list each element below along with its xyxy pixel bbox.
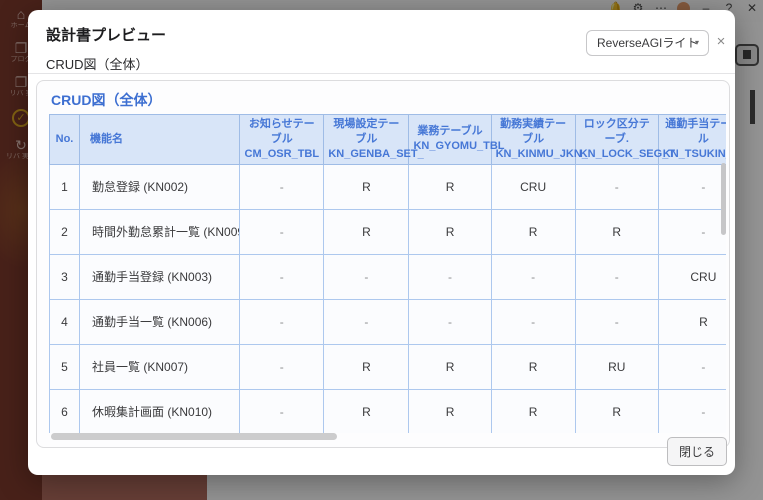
- vertical-scrollbar[interactable]: [721, 163, 726, 235]
- cell-crud-value: -: [240, 164, 324, 209]
- cell-crud-value: R: [324, 389, 409, 433]
- cell-crud-value: R: [324, 209, 409, 254]
- cell-crud-value: RU: [575, 344, 658, 389]
- crud-content-box: CRUD図（全体） No.機能名お知らせテーブルCM_OSR_TBL現場設定テー…: [36, 80, 730, 448]
- close-button[interactable]: 閉じる: [667, 437, 727, 466]
- cell-crud-value: R: [491, 209, 575, 254]
- cell-crud-value: -: [491, 254, 575, 299]
- cell-crud-value: -: [240, 299, 324, 344]
- crud-diagram-title: CRUD図（全体）: [51, 90, 161, 110]
- column-header: お知らせテーブルCM_OSR_TBL: [240, 115, 324, 165]
- cell-crud-value: -: [575, 254, 658, 299]
- cell-function-name: 休暇集計画面 (KN010): [80, 389, 240, 433]
- cell-crud-value: R: [491, 344, 575, 389]
- design-doc-preview-modal: 設計書プレビュー ReverseAGIライト ▾ × CRUD図（全体） CRU…: [28, 10, 735, 475]
- screen: 🔔⚙⋯–?✕ ⌂ホーム❐プログ❐リバ 実✓↻リバ 実行 設計書プレビュー Rev…: [0, 0, 763, 500]
- cell-no: 6: [50, 389, 80, 433]
- cell-crud-value: -: [658, 344, 726, 389]
- cell-crud-value: R: [658, 299, 726, 344]
- cell-crud-value: -: [240, 389, 324, 433]
- column-header: No.: [50, 115, 80, 165]
- cell-no: 1: [50, 164, 80, 209]
- modal-subtitle: CRUD図（全体）: [46, 54, 149, 73]
- template-select[interactable]: ReverseAGIライト ▾: [586, 30, 709, 56]
- cell-crud-value: -: [575, 164, 658, 209]
- cell-crud-value: R: [409, 344, 491, 389]
- cell-crud-value: CRU: [658, 254, 726, 299]
- table-row: 3通勤手当登録 (KN003)-----CRU: [50, 254, 727, 299]
- table-row: 4通勤手当一覧 (KN006)-----R: [50, 299, 727, 344]
- table-row: 1勤怠登録 (KN002)-RRCRU--: [50, 164, 727, 209]
- cell-no: 4: [50, 299, 80, 344]
- cell-crud-value: R: [409, 164, 491, 209]
- chevron-down-icon: ▾: [695, 31, 699, 55]
- cell-crud-value: -: [409, 254, 491, 299]
- table-row: 5社員一覧 (KN007)-RRRRU-: [50, 344, 727, 389]
- cell-crud-value: -: [324, 254, 409, 299]
- horizontal-scrollbar[interactable]: [51, 433, 337, 440]
- template-select-value: ReverseAGIライト: [597, 36, 698, 50]
- cell-crud-value: -: [658, 209, 726, 254]
- column-header: 通勤手当テーブルKN_TSUKIN_TEA: [658, 115, 726, 165]
- table-row: 2時間外勤怠累計一覧 (KN009)-RRRR-: [50, 209, 727, 254]
- cell-function-name: 社員一覧 (KN007): [80, 344, 240, 389]
- cell-function-name: 通勤手当登録 (KN003): [80, 254, 240, 299]
- cell-function-name: 時間外勤怠累計一覧 (KN009): [80, 209, 240, 254]
- cell-crud-value: -: [658, 164, 726, 209]
- cell-no: 5: [50, 344, 80, 389]
- cell-crud-value: R: [324, 164, 409, 209]
- cell-no: 2: [50, 209, 80, 254]
- table-row: 6休暇集計画面 (KN010)-RRRR-: [50, 389, 727, 433]
- cell-crud-value: R: [575, 209, 658, 254]
- cell-crud-value: R: [491, 389, 575, 433]
- cell-crud-value: R: [409, 209, 491, 254]
- column-header: 機能名: [80, 115, 240, 165]
- modal-title: 設計書プレビュー: [46, 24, 166, 45]
- crud-header-row: No.機能名お知らせテーブルCM_OSR_TBL現場設定テーブルKN_GENBA…: [50, 115, 727, 165]
- cell-crud-value: -: [575, 299, 658, 344]
- cell-crud-value: R: [409, 389, 491, 433]
- cell-crud-value: -: [491, 299, 575, 344]
- cell-crud-value: -: [409, 299, 491, 344]
- cell-crud-value: R: [575, 389, 658, 433]
- cell-crud-value: -: [240, 209, 324, 254]
- header-divider: [28, 73, 735, 74]
- cell-crud-value: -: [324, 299, 409, 344]
- cell-crud-value: CRU: [491, 164, 575, 209]
- cell-crud-value: -: [240, 344, 324, 389]
- crud-table: No.機能名お知らせテーブルCM_OSR_TBL現場設定テーブルKN_GENBA…: [49, 114, 726, 433]
- column-header: ロック区分テーブ.KN_LOCK_SEG_T: [575, 115, 658, 165]
- modal-close-icon[interactable]: ×: [711, 32, 731, 52]
- column-header: 現場設定テーブルKN_GENBA_SET_: [324, 115, 409, 165]
- cell-crud-value: -: [658, 389, 726, 433]
- crud-table-viewport: No.機能名お知らせテーブルCM_OSR_TBL現場設定テーブルKN_GENBA…: [49, 114, 726, 433]
- cell-no: 3: [50, 254, 80, 299]
- cell-function-name: 勤怠登録 (KN002): [80, 164, 240, 209]
- cell-function-name: 通勤手当一覧 (KN006): [80, 299, 240, 344]
- cell-crud-value: R: [324, 344, 409, 389]
- cell-crud-value: -: [240, 254, 324, 299]
